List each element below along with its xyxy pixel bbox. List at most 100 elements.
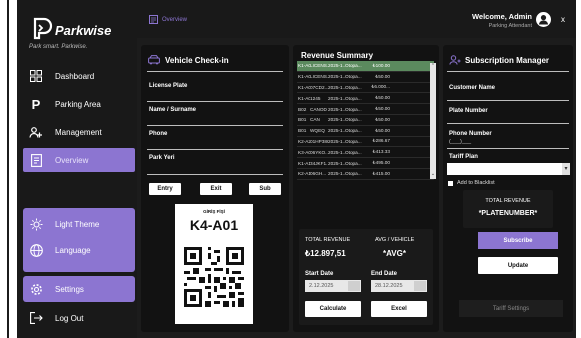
table-row[interactable]: K1-A02LICENS...2025-1...Otopa... ₺50.00 bbox=[297, 72, 434, 83]
calculate-button[interactable]: Calculate bbox=[305, 301, 361, 317]
park-yeri-label: Park Yeri bbox=[149, 155, 175, 161]
close-button[interactable]: x bbox=[561, 15, 565, 24]
avatar[interactable] bbox=[536, 12, 551, 27]
phone-input[interactable] bbox=[147, 149, 283, 150]
table-cell: 01HP386 bbox=[310, 138, 328, 144]
end-date-picker[interactable]: 28.12.2025 bbox=[371, 280, 427, 292]
revenue-title: Revenue Summary bbox=[301, 51, 374, 60]
table-cell: Otopa... bbox=[345, 138, 362, 144]
chevron-down-icon[interactable]: ▾ bbox=[562, 163, 570, 175]
top-header: Overview Welcome, Admin Parking Attendan… bbox=[137, 0, 576, 38]
table-cell: LICENS... bbox=[310, 74, 328, 80]
table-row[interactable]: K1-A1134JKF1...2025-1...Otopa... ₺495.00 bbox=[297, 158, 434, 169]
table-cell: CANOD bbox=[310, 106, 327, 112]
sub-button[interactable]: Sub bbox=[249, 183, 281, 195]
sidebar-item-settings[interactable]: Settings bbox=[23, 277, 135, 301]
table-cell: ₺50.00 bbox=[375, 127, 390, 133]
subscribe-button[interactable]: Subscribe bbox=[478, 232, 558, 249]
divider bbox=[147, 71, 283, 72]
table-row[interactable]: K3-A0906YKO...2025-1...Otopa... ₺413.33 bbox=[297, 147, 434, 159]
table-row[interactable]: K1-A031245 2025-1...Otopa... ₺50.00 bbox=[297, 93, 434, 105]
phone-label: Phone bbox=[149, 131, 168, 137]
table-cell: 2025-1... bbox=[328, 106, 345, 112]
sidebar-item-log-out[interactable]: Log Out bbox=[23, 306, 135, 330]
tariff-plan-select[interactable]: ▾ bbox=[447, 163, 570, 175]
table-scrollbar[interactable]: ⌃ ⌄ bbox=[430, 63, 436, 179]
start-date-picker[interactable]: 2.12.2025 bbox=[305, 280, 361, 292]
gear-icon bbox=[25, 283, 47, 296]
calendar-icon[interactable] bbox=[414, 281, 426, 291]
table-cell: 2025-1... bbox=[328, 74, 345, 80]
sidebar-item-language[interactable]: Language bbox=[23, 238, 135, 262]
license-plate-input[interactable] bbox=[147, 101, 283, 102]
customer-name-label: Customer Name bbox=[449, 85, 496, 91]
calendar-icon[interactable] bbox=[348, 281, 360, 291]
sidebar-item-label: Light Theme bbox=[55, 219, 100, 229]
document-icon bbox=[149, 15, 158, 24]
update-button[interactable]: Update bbox=[478, 257, 558, 274]
app-window: Parkwise Park smart. Parkwise. Dashboard… bbox=[17, 0, 576, 338]
blacklist-checkbox-row[interactable]: Add to Blacklist bbox=[448, 180, 495, 186]
sidebar-item-overview[interactable]: Overview bbox=[23, 148, 135, 172]
table-row[interactable]: B01 CAN 2025-1... Otopa... ₺50.00 bbox=[297, 115, 434, 126]
avg-vehicle-value: *AVG* bbox=[383, 249, 406, 258]
subscription-header: Subscription Manager bbox=[449, 55, 549, 65]
table-cell: Otopa... bbox=[345, 128, 362, 134]
users-icon bbox=[25, 126, 47, 138]
end-date-value: 28.12.2025 bbox=[375, 283, 403, 289]
table-cell: B01 bbox=[298, 117, 307, 123]
table-cell: K2-A20 bbox=[298, 138, 310, 144]
total-revenue-label: TOTAL REVENUE bbox=[305, 237, 351, 243]
sidebar-item-management[interactable]: Management bbox=[23, 120, 135, 144]
excel-button[interactable]: Excel bbox=[371, 301, 427, 317]
user-role: Parking Attendant bbox=[488, 23, 532, 29]
table-row[interactable]: B01 WQEQ 2025-1... Otopa... ₺50.00 bbox=[297, 126, 434, 137]
exit-button[interactable]: Exit bbox=[200, 183, 232, 195]
sidebar-item-parking-area[interactable]: P Parking Area bbox=[23, 92, 135, 116]
revenue-table[interactable]: K1-A02LICENS...2025-1...Otopa...₺100.00K… bbox=[297, 61, 434, 180]
entry-ticket: GİRİŞ FİŞİ K4-A01 bbox=[175, 204, 253, 324]
customer-name-input[interactable] bbox=[447, 100, 569, 101]
logout-icon bbox=[25, 312, 47, 324]
table-cell: 2025-1... bbox=[328, 160, 345, 166]
table-cell: 07CD2... bbox=[310, 84, 328, 90]
sidebar-item-light-theme[interactable]: Light Theme bbox=[23, 212, 135, 236]
tariff-settings-button[interactable]: Tariff Settings bbox=[459, 300, 563, 317]
app-tagline: Park smart. Parkwise. bbox=[29, 44, 88, 50]
park-yeri-input[interactable] bbox=[147, 174, 283, 175]
table-cell: 2025-1... bbox=[328, 128, 345, 134]
sidebar-item-dashboard[interactable]: Dashboard bbox=[23, 64, 135, 88]
sidebar-item-label: Log Out bbox=[55, 313, 84, 323]
table-cell: 2025-1... bbox=[328, 149, 345, 155]
plate-number-input[interactable] bbox=[447, 123, 569, 124]
scroll-down-icon[interactable]: ⌄ bbox=[430, 171, 436, 179]
table-cell: ₺286.67 bbox=[372, 138, 390, 144]
table-cell: LICENS... bbox=[310, 63, 328, 69]
sidebar-item-label: Language bbox=[55, 245, 91, 255]
table-cell: 2025-1... bbox=[328, 117, 345, 123]
table-cell: ₺413.33 bbox=[372, 149, 390, 155]
table-row[interactable]: K2-A1206GH...2025-1...Otopa... ₺415.00 bbox=[297, 169, 434, 180]
start-date-value: 2.12.2025 bbox=[309, 283, 334, 289]
car-icon bbox=[148, 55, 160, 65]
blacklist-checkbox[interactable] bbox=[448, 180, 453, 186]
table-cell: K2-A12 bbox=[298, 171, 310, 177]
sidebar: Parkwise Park smart. Parkwise. Dashboard… bbox=[17, 0, 137, 338]
entry-button[interactable]: Entry bbox=[149, 183, 181, 195]
table-row[interactable]: K1-A0207CD2...2025-1...Otopa... ₺6.000... bbox=[297, 83, 434, 94]
table-cell: ₺50.00 bbox=[375, 106, 390, 112]
table-row[interactable]: B02 CANOD 2025-1... Otopa... ₺50.00 bbox=[297, 104, 434, 115]
table-row[interactable]: K1-A02LICENS...2025-1...Otopa... ₺100.00 bbox=[297, 61, 434, 72]
divider bbox=[447, 71, 569, 72]
sidebar-item-label: Parking Area bbox=[55, 99, 101, 109]
phone-underline bbox=[447, 148, 569, 149]
table-cell: Otopa... bbox=[345, 160, 362, 166]
breadcrumb[interactable]: Overview bbox=[149, 15, 187, 24]
name-surname-input[interactable] bbox=[147, 125, 283, 126]
table-cell: ₺495.00 bbox=[372, 160, 390, 166]
table-cell: K1-A02 bbox=[298, 63, 310, 69]
phone-number-input[interactable]: (___)___ bbox=[449, 139, 471, 145]
subscription-title: Subscription Manager bbox=[465, 55, 550, 65]
scroll-up-icon[interactable]: ⌃ bbox=[430, 63, 436, 71]
table-row[interactable]: K2-A2001HP3862025-1...Otopa... ₺286.67 bbox=[297, 137, 434, 148]
